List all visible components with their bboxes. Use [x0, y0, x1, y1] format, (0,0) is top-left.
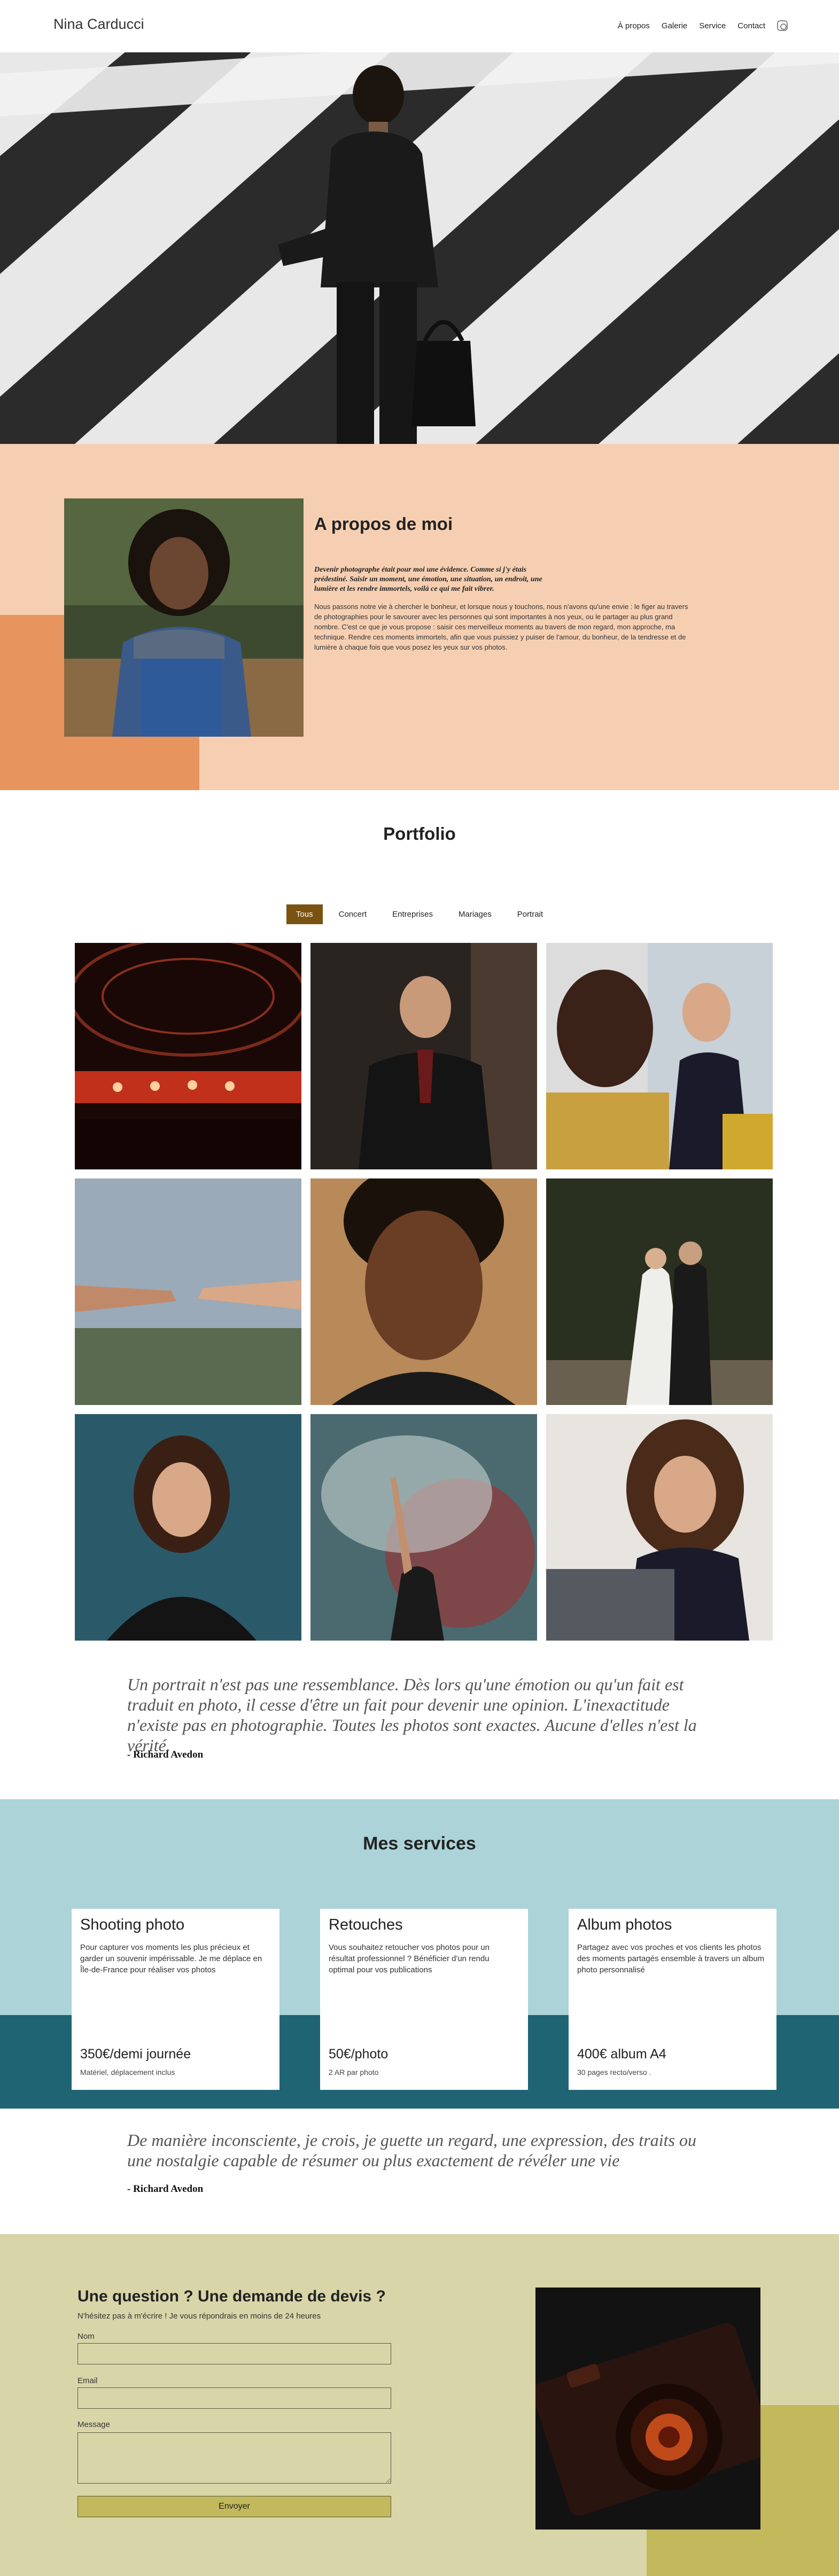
- filter-all[interactable]: Tous: [286, 904, 323, 924]
- wedding-couple-photo[interactable]: [546, 1178, 773, 1405]
- portrait-man-photo[interactable]: [310, 1178, 537, 1405]
- filter-portrait[interactable]: Portrait: [508, 904, 553, 924]
- send-button[interactable]: Envoyer: [77, 2496, 391, 2517]
- quote-text-2: De manière inconsciente, je crois, je gu…: [127, 2130, 696, 2170]
- site-header: Nina Carducci À propos Galerie Service C…: [0, 0, 839, 52]
- nav-link-service[interactable]: Service: [699, 21, 726, 30]
- nav-link-gallery[interactable]: Galerie: [662, 21, 687, 30]
- services-title: Mes services: [363, 1833, 476, 1854]
- about-title: A propos de moi: [314, 514, 453, 534]
- service-card-title: Shooting photo: [80, 1916, 185, 1933]
- service-card-note: 30 pages recto/verso .: [577, 2068, 651, 2077]
- service-card-price: 350€/demi journée: [80, 2047, 191, 2062]
- concert-crowd-photo[interactable]: [310, 1414, 537, 1641]
- quote-text-1: Un portrait n'est pas une ressemblance. …: [127, 1675, 697, 1755]
- brand-name[interactable]: Nina Carducci: [53, 16, 144, 33]
- email-label: Email: [77, 2376, 98, 2385]
- name-label: Nom: [77, 2332, 95, 2341]
- about-lead-text: Devenir photographe était pour moi une é…: [314, 566, 542, 593]
- about-body-text: Nous passons notre vie à chercher le bon…: [314, 603, 688, 651]
- camera-photo: [535, 2288, 760, 2530]
- contact-subtitle: N'hésitez pas à m'écrire ! Je vous répon…: [77, 2312, 321, 2321]
- service-card-desc: Partagez avec vos proches et vos clients…: [577, 1943, 765, 1974]
- service-card-retouch: Retouches Vous souhaitez retoucher vos p…: [320, 1909, 528, 2090]
- service-card-price: 400€ album A4: [577, 2047, 666, 2062]
- service-card-title: Album photos: [577, 1916, 672, 1933]
- filter-weddings[interactable]: Mariages: [449, 904, 501, 924]
- businessman-photo[interactable]: [310, 943, 537, 1169]
- nav-link-contact[interactable]: Contact: [737, 21, 765, 30]
- portrait-woman-photo[interactable]: [75, 1414, 301, 1641]
- filter-concert[interactable]: Concert: [329, 904, 377, 924]
- about-portrait-photo: [64, 498, 304, 737]
- contact-title: Une question ? Une demande de devis ?: [77, 2288, 386, 2305]
- hero-carousel: [0, 52, 839, 444]
- name-input[interactable]: [77, 2343, 391, 2364]
- service-card-album: Album photos Partagez avec vos proches e…: [569, 1909, 776, 2090]
- email-input[interactable]: [77, 2387, 391, 2409]
- service-card-desc: Vous souhaitez retoucher vos photos pour…: [329, 1943, 490, 1974]
- filter-business[interactable]: Entreprises: [383, 904, 442, 924]
- main-nav: À propos Galerie Service Contact: [618, 20, 788, 31]
- gallery-filters: Tous Concert Entreprises Mariages Portra…: [0, 904, 839, 924]
- hero-image: [0, 52, 839, 444]
- concert-stage-photo[interactable]: [75, 943, 301, 1169]
- gallery-grid: [75, 943, 773, 1641]
- message-textarea[interactable]: [77, 2432, 391, 2484]
- hands-photo[interactable]: [75, 1178, 301, 1405]
- service-card-title: Retouches: [329, 1916, 403, 1933]
- service-card-note: 2 AR par photo: [329, 2068, 379, 2077]
- service-card-price: 50€/photo: [329, 2047, 389, 2062]
- service-card-note: Matériel, déplacement inclus: [80, 2068, 175, 2077]
- instagram-icon[interactable]: [777, 20, 788, 31]
- portfolio-title: Portfolio: [383, 824, 456, 844]
- business-meeting-photo[interactable]: [546, 943, 773, 1169]
- service-card-desc: Pour capturer vos moments les plus préci…: [80, 1943, 262, 1974]
- nav-link-about[interactable]: À propos: [618, 21, 650, 30]
- quote-author-2: - Richard Avedon: [127, 2183, 204, 2195]
- service-card-shooting: Shooting photo Pour capturer vos moments…: [72, 1909, 279, 2090]
- woman-laptop-photo[interactable]: [546, 1414, 773, 1641]
- message-label: Message: [77, 2420, 110, 2429]
- quote-author-1: - Richard Avedon: [127, 1749, 204, 1760]
